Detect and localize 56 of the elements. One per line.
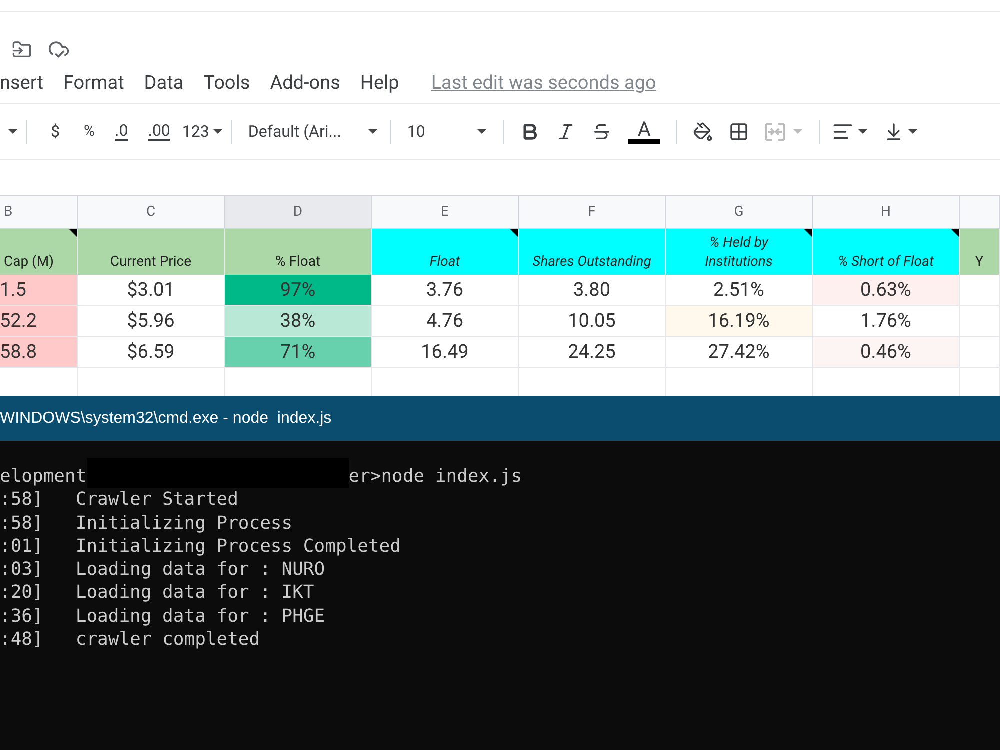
table-cell: 52.2 xyxy=(0,306,78,337)
header-cell: % Held by Institutions xyxy=(666,229,813,275)
table-cell: 97% xyxy=(225,275,372,306)
table-cell: 2.51% xyxy=(666,275,813,306)
table-cell: 0.63% xyxy=(813,275,960,306)
menu-item[interactable]: Data xyxy=(144,69,184,98)
percent-button[interactable]: % xyxy=(84,120,95,143)
table-cell: $5.96 xyxy=(78,306,225,337)
table-cell: 16.49 xyxy=(372,337,519,368)
terminal-line: :20] Loading data for : IKT xyxy=(0,581,316,605)
table-cell: $6.59 xyxy=(78,337,225,368)
terminal-line: :01] Initializing Process Completed xyxy=(0,534,402,558)
table-cell: 3.80 xyxy=(519,275,666,306)
table-cell: 1.76% xyxy=(813,306,960,337)
terminal-line: :36] Loading data for : PHGE xyxy=(0,604,326,628)
table-cell: 4.76 xyxy=(372,306,519,337)
header-cell: Float xyxy=(372,229,519,275)
table-cell: 71% xyxy=(225,337,372,368)
menu-item[interactable]: Format xyxy=(64,69,124,98)
table-cell: 10.05 xyxy=(519,306,666,337)
table-cell: 27.42% xyxy=(666,337,813,368)
terminal-title: WINDOWS\system32\cmd.exe - node index.js xyxy=(0,408,332,428)
terminal-line: :03] Loading data for : NURO xyxy=(0,558,326,582)
last-edit-link[interactable]: Last edit was seconds ago xyxy=(431,69,656,98)
header-cell: % Float xyxy=(225,229,372,275)
table-cell: 1.5 xyxy=(0,275,78,306)
font-size-dropdown[interactable]: 10 xyxy=(407,120,488,144)
table-cell: 24.25 xyxy=(519,337,666,368)
table-cell: 38% xyxy=(225,306,372,337)
increase-decimals-button[interactable]: .00 xyxy=(148,122,170,140)
column-header[interactable]: D xyxy=(225,196,372,229)
terminal-line: :48] crawler completed xyxy=(0,628,262,652)
terminal-line: elopment xyxy=(0,465,87,488)
font-dropdown[interactable]: Default (Ari... xyxy=(248,120,378,144)
table-cell: 16.19% xyxy=(666,306,813,337)
header-cell: Current Price xyxy=(78,229,225,275)
menu-item[interactable]: nsert xyxy=(0,69,44,98)
terminal-line: er>node index.js xyxy=(348,465,522,488)
menu-item[interactable]: Help xyxy=(360,69,400,98)
text-color-letter: A xyxy=(638,119,651,139)
terminal-line: :58] Crawler Started xyxy=(0,488,240,512)
menu-item[interactable]: Add-ons xyxy=(270,69,340,98)
text-color-button[interactable]: A xyxy=(628,119,660,144)
terminal-line: :58] Initializing Process xyxy=(0,512,294,535)
table-cell: $3.01 xyxy=(78,275,225,306)
header-cell: Shares Outstanding xyxy=(519,229,666,275)
header-cell: Y xyxy=(960,229,1000,275)
header-cell: % Short of Float xyxy=(813,229,960,275)
currency-button[interactable]: $ xyxy=(51,120,60,144)
table-cell: 0.46% xyxy=(813,337,960,368)
header-cell: Cap (M) xyxy=(0,229,78,275)
more-formats-button[interactable]: 123 xyxy=(182,120,224,144)
decrease-decimals-button[interactable]: .0 xyxy=(115,122,128,140)
table-cell: 58.8 xyxy=(0,337,78,368)
table-cell: 3.76 xyxy=(372,275,519,306)
menu-item[interactable]: Tools xyxy=(204,69,250,98)
